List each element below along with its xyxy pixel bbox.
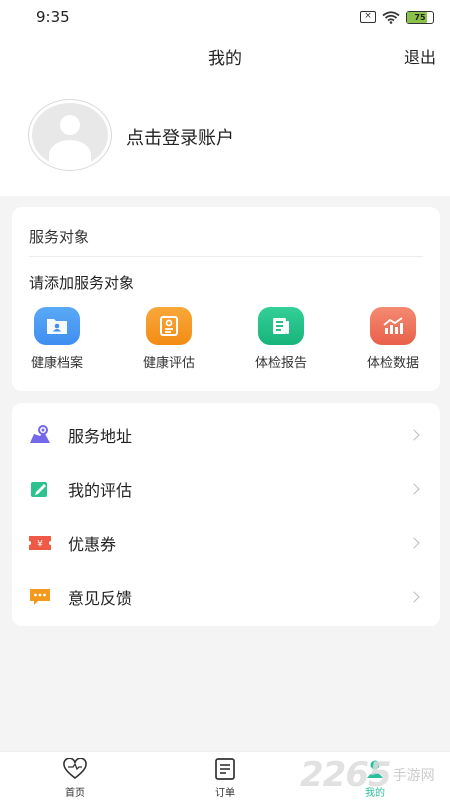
tab-orders[interactable]: 订单	[180, 755, 270, 799]
menu-item-service-address[interactable]: 服务地址	[12, 408, 440, 462]
add-service-target-link[interactable]: 请添加服务对象	[29, 272, 134, 293]
wifi-icon	[382, 10, 400, 24]
edit-icon	[28, 477, 52, 501]
chevron-right-icon	[408, 537, 420, 549]
checkup-report-button[interactable]: 体检报告	[236, 307, 326, 371]
checkup-data-label: 体检数据	[366, 356, 419, 371]
tab-home[interactable]: 首页	[30, 755, 120, 799]
menu-item-my-assessment[interactable]: 我的评估	[12, 462, 440, 516]
heart-icon	[30, 755, 120, 783]
menu-item-coupons[interactable]: ¥ 优惠券	[12, 516, 440, 570]
watermark: 2265 手游网	[300, 750, 450, 800]
health-record-label: 健康档案	[30, 356, 83, 371]
service-target-title: 服务对象	[29, 228, 90, 246]
chart-icon	[370, 307, 416, 345]
menu-card: 服务地址 我的评估 ¥ 优惠券 意见反馈	[12, 403, 440, 626]
health-record-button[interactable]: 健康档案	[12, 307, 102, 371]
service-target-card: 服务对象 请添加服务对象 健康档案 健康评估 体检报告 体检数据	[12, 207, 440, 391]
feedback-icon	[28, 585, 52, 609]
page-title: 我的	[208, 49, 242, 69]
battery-icon: 75	[406, 10, 434, 24]
avatar[interactable]	[28, 99, 112, 171]
coupon-icon: ¥	[28, 531, 52, 555]
default-user-icon	[32, 103, 108, 167]
page-header: 我的 退出	[0, 34, 450, 74]
chevron-right-icon	[408, 483, 420, 495]
quick-actions: 健康档案 健康评估 体检报告 体检数据	[12, 307, 440, 377]
assessment-icon	[146, 307, 192, 345]
tab-orders-label: 订单	[215, 788, 235, 799]
folder-icon	[34, 307, 80, 345]
watermark-number: 2265	[300, 755, 392, 795]
order-icon	[180, 755, 270, 783]
status-time: 9:35	[36, 8, 70, 26]
status-icons: × 75	[360, 10, 434, 24]
health-assessment-label: 健康评估	[142, 356, 195, 371]
health-assessment-button[interactable]: 健康评估	[124, 307, 214, 371]
menu-item-feedback[interactable]: 意见反馈	[12, 570, 440, 624]
menu-label-my-assessment: 我的评估	[68, 481, 133, 500]
tab-home-label: 首页	[65, 788, 85, 799]
report-icon	[258, 307, 304, 345]
logout-button[interactable]: 退出	[404, 44, 436, 68]
chevron-right-icon	[408, 429, 420, 441]
checkup-report-label: 体检报告	[254, 356, 307, 371]
menu-label-feedback: 意见反馈	[68, 589, 133, 608]
checkup-data-button[interactable]: 体检数据	[348, 307, 438, 371]
watermark-text: 手游网	[392, 768, 435, 784]
svg-text:¥: ¥	[37, 540, 43, 550]
location-icon	[28, 423, 52, 447]
login-link[interactable]: 点击登录账户	[126, 124, 234, 150]
chevron-right-icon	[408, 591, 420, 603]
profile-section[interactable]: 点击登录账户	[0, 74, 450, 196]
menu-label-coupons: 优惠券	[68, 535, 117, 554]
no-sim-icon: ×	[360, 11, 376, 23]
divider	[29, 256, 423, 257]
battery-level: 75	[414, 12, 426, 22]
menu-label-service-address: 服务地址	[68, 427, 133, 446]
status-bar: 9:35 × 75	[0, 0, 450, 34]
